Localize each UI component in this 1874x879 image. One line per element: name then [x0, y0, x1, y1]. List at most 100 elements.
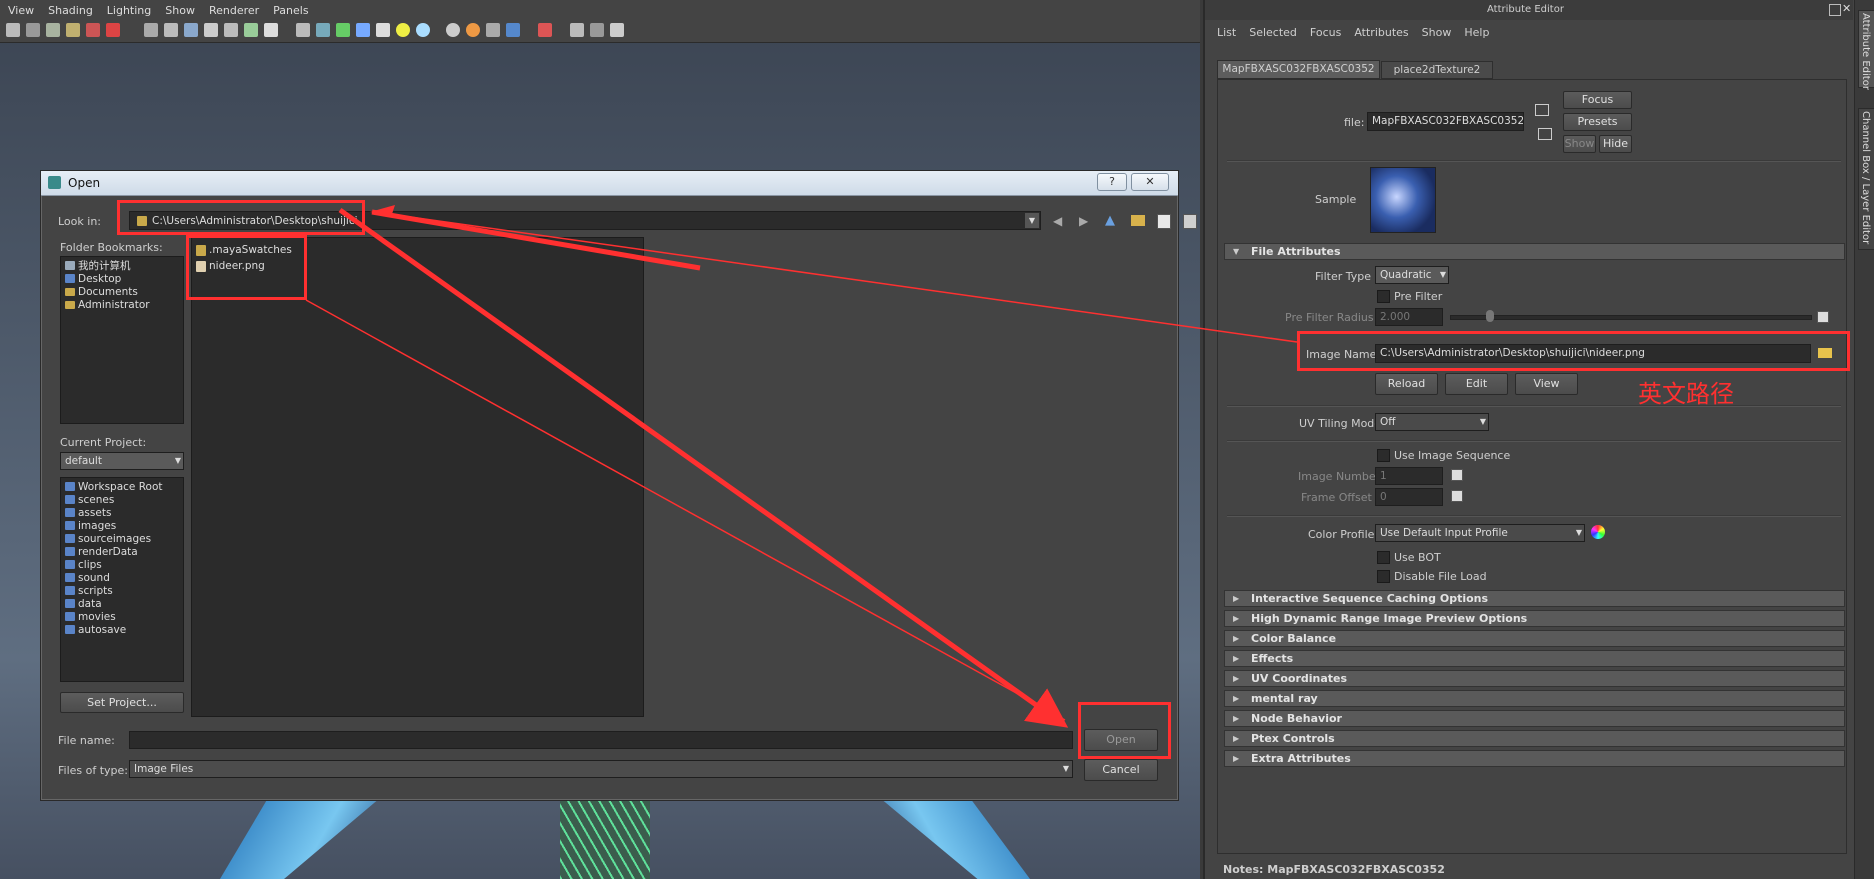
disable-file-load-checkbox[interactable] — [1377, 570, 1390, 583]
project-folder-item[interactable]: clips — [65, 558, 179, 571]
project-folder-item[interactable]: Workspace Root — [65, 480, 179, 493]
pre-filter-checkbox[interactable] — [1377, 290, 1390, 303]
filter-type-combo[interactable]: Quadratic ▼ — [1375, 266, 1449, 284]
ae-menu-list[interactable]: List — [1217, 26, 1236, 39]
tab-file-node[interactable]: MapFBXASC032FBXASC0352 — [1217, 60, 1380, 79]
camera-attr-icon[interactable] — [26, 23, 40, 37]
use-bot-checkbox[interactable] — [1377, 551, 1390, 564]
new-folder-icon[interactable] — [1131, 215, 1145, 226]
set-project-button[interactable]: Set Project... — [60, 692, 184, 713]
map-button-icon[interactable] — [1451, 490, 1463, 502]
side-tab-channel-box[interactable]: Channel Box / Layer Editor — [1858, 108, 1874, 250]
xray-icon[interactable] — [446, 23, 460, 37]
focus-button[interactable]: Focus — [1563, 91, 1632, 109]
file-name-input[interactable] — [129, 731, 1073, 749]
color-profile-combo[interactable]: Use Default Input Profile ▼ — [1375, 524, 1585, 542]
section-uv-coordinates[interactable]: ▶ UV Coordinates — [1224, 670, 1845, 687]
list-view-icon[interactable] — [1157, 214, 1171, 229]
section-interactive-sequence-caching[interactable]: ▶ Interactive Sequence Caching Options — [1224, 590, 1845, 607]
project-folder-item[interactable]: scenes — [65, 493, 179, 506]
camera-icon[interactable] — [6, 23, 20, 37]
ae-menu-help[interactable]: Help — [1464, 26, 1489, 39]
wireframe-icon[interactable] — [296, 23, 310, 37]
edit-button[interactable]: Edit — [1445, 373, 1508, 395]
section-effects[interactable]: ▶ Effects — [1224, 650, 1845, 667]
project-folder-item[interactable]: renderData — [65, 545, 179, 558]
hud-icon[interactable] — [610, 23, 624, 37]
restore-icon[interactable] — [1829, 4, 1841, 16]
menu-view[interactable]: View — [8, 4, 34, 17]
color-wheel-icon[interactable] — [1591, 525, 1605, 539]
project-folder-item[interactable]: sourceimages — [65, 532, 179, 545]
textured-icon[interactable] — [356, 23, 370, 37]
2d-pan-icon[interactable] — [106, 23, 120, 37]
resolution-gate-icon[interactable] — [184, 23, 198, 37]
project-folder-item[interactable]: scripts — [65, 584, 179, 597]
grid-icon[interactable] — [144, 23, 158, 37]
chevron-down-icon[interactable]: ▼ — [1025, 213, 1039, 228]
file-node-name-input[interactable]: MapFBXASC032FBXASC0352 — [1367, 112, 1524, 131]
image-number-input[interactable]: 1 — [1375, 467, 1443, 485]
frame-offset-input[interactable]: 0 — [1375, 488, 1443, 506]
wireframe-on-shaded-icon[interactable] — [336, 23, 350, 37]
menu-show[interactable]: Show — [165, 4, 195, 17]
menu-shading[interactable]: Shading — [48, 4, 93, 17]
tab-place2dtexture[interactable]: place2dTexture2 — [1381, 61, 1493, 79]
section-color-balance[interactable]: ▶ Color Balance — [1224, 630, 1845, 647]
safe-title-icon[interactable] — [264, 23, 278, 37]
bookmark-item[interactable]: Desktop — [65, 272, 179, 285]
lights-icon[interactable] — [396, 23, 410, 37]
files-of-type-combo[interactable]: Image Files ▼ — [129, 760, 1073, 778]
menu-panels[interactable]: Panels — [273, 4, 308, 17]
detail-view-icon[interactable] — [1183, 214, 1197, 229]
pivot-icon[interactable] — [66, 23, 80, 37]
safe-action-icon[interactable] — [244, 23, 258, 37]
project-folder-item[interactable]: autosave — [65, 623, 179, 636]
xray-components-icon[interactable] — [590, 23, 604, 37]
section-file-attributes[interactable]: ▼ File Attributes — [1224, 243, 1845, 260]
smooth-shade-icon[interactable] — [316, 23, 330, 37]
view-button[interactable]: View — [1515, 373, 1578, 395]
ambient-occlusion-icon[interactable] — [466, 23, 480, 37]
project-folder-item[interactable]: movies — [65, 610, 179, 623]
project-folder-item[interactable]: assets — [65, 506, 179, 519]
up-folder-icon[interactable]: ▲ — [1105, 213, 1115, 228]
bookmark-item[interactable]: Administrator — [65, 298, 179, 311]
section-extra-attributes[interactable]: ▶ Extra Attributes — [1224, 750, 1845, 767]
ae-menu-selected[interactable]: Selected — [1249, 26, 1297, 39]
map-button-icon[interactable] — [1451, 469, 1463, 481]
side-tab-attribute-editor[interactable]: Attribute Editor — [1858, 10, 1874, 90]
cancel-button[interactable]: Cancel — [1084, 759, 1158, 781]
dialog-titlebar[interactable]: Open ? ✕ — [41, 171, 1178, 196]
map-button-icon[interactable] — [1817, 311, 1829, 323]
section-ptex-controls[interactable]: ▶ Ptex Controls — [1224, 730, 1845, 747]
grease-pencil-icon[interactable] — [86, 23, 100, 37]
section-mental-ray[interactable]: ▶ mental ray — [1224, 690, 1845, 707]
hide-button[interactable]: Hide — [1599, 135, 1632, 153]
section-hdr-preview[interactable]: ▶ High Dynamic Range Image Preview Option… — [1224, 610, 1845, 627]
forward-arrow-icon[interactable]: ▶ — [1079, 214, 1088, 228]
uv-tiling-mode-combo[interactable]: Off ▼ — [1375, 413, 1489, 431]
project-folder-item[interactable]: sound — [65, 571, 179, 584]
use-image-sequence-checkbox[interactable] — [1377, 449, 1390, 462]
ae-menu-focus[interactable]: Focus — [1310, 26, 1341, 39]
section-node-behavior[interactable]: ▶ Node Behavior — [1224, 710, 1845, 727]
ae-menu-attributes[interactable]: Attributes — [1354, 26, 1408, 39]
anti-alias-icon[interactable] — [506, 23, 520, 37]
checker-icon[interactable] — [376, 23, 390, 37]
close-icon[interactable]: ✕ — [1842, 2, 1851, 15]
ae-menu-show[interactable]: Show — [1422, 26, 1452, 39]
bookmark-icon[interactable] — [46, 23, 60, 37]
sample-swatch-image[interactable] — [1370, 167, 1436, 233]
project-folder-item[interactable]: images — [65, 519, 179, 532]
field-chart-icon[interactable] — [224, 23, 238, 37]
gate-mask-icon[interactable] — [204, 23, 218, 37]
pre-filter-radius-input[interactable]: 2.000 — [1375, 308, 1443, 326]
presets-button[interactable]: Presets — [1563, 113, 1632, 131]
motion-blur-icon[interactable] — [486, 23, 500, 37]
film-gate-icon[interactable] — [164, 23, 178, 37]
show-button[interactable]: Show — [1563, 135, 1596, 153]
input-connection-icon[interactable] — [1535, 104, 1549, 116]
file-list-pane[interactable]: .mayaSwatches nideer.png — [191, 237, 644, 717]
xray-joints-icon[interactable] — [570, 23, 584, 37]
